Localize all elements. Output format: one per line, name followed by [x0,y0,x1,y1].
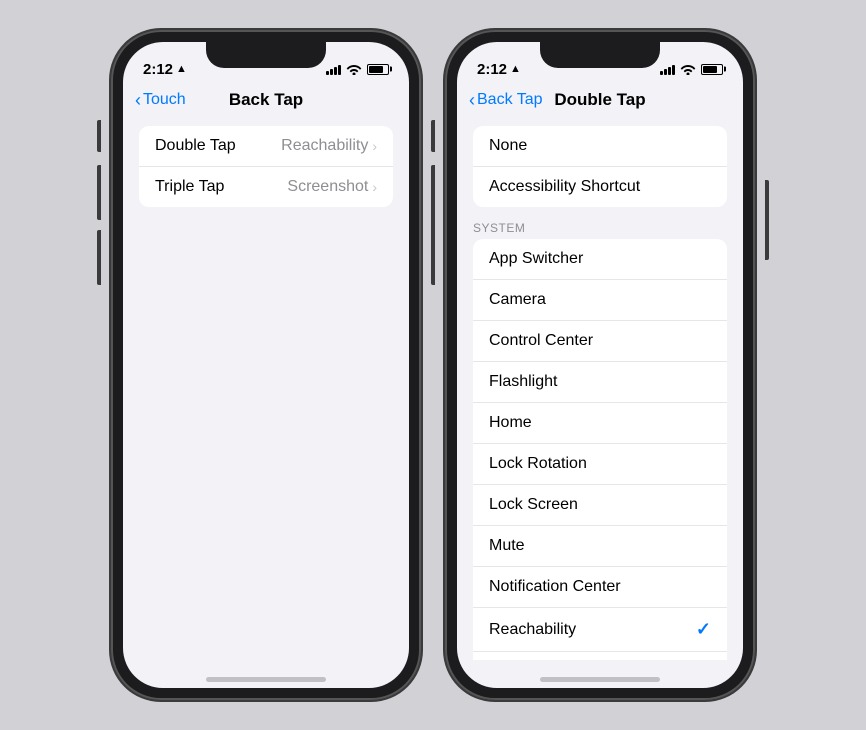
double-tap-right: Reachability › [281,137,377,155]
double-tap-label: Double Tap [155,137,236,155]
double-tap-value: Reachability [281,137,368,155]
phones-container: 2:12 ▲ [111,30,755,700]
nav-title-right: Double Tap [554,90,645,110]
wifi-icon-left [346,63,362,75]
triple-tap-right: Screenshot › [287,178,377,196]
wifi-icon-right [680,63,696,75]
row-double-tap[interactable]: Double Tap Reachability › [139,126,393,167]
row-lock-rotation[interactable]: Lock Rotation [473,444,727,485]
reachability-label: Reachability [489,621,576,639]
status-icons-left [326,63,389,75]
status-icons-right [660,63,723,75]
row-mute[interactable]: Mute [473,526,727,567]
lock-rotation-label: Lock Rotation [489,455,587,473]
triple-tap-value: Screenshot [287,178,368,196]
notch-right [540,42,660,68]
double-tap-chevron: › [372,138,377,154]
reachability-checkmark: ✓ [696,619,711,640]
lock-screen-label: Lock Screen [489,496,578,514]
top-group-right: None Accessibility Shortcut [473,126,727,207]
location-icon-right: ▲ [510,63,521,75]
control-center-label: Control Center [489,332,593,350]
home-bar-left [206,677,326,682]
nav-bar-left: ‹ Touch Back Tap [123,86,409,118]
back-chevron-left: ‹ [135,90,141,111]
home-label: Home [489,414,532,432]
row-triple-tap[interactable]: Triple Tap Screenshot › [139,167,393,207]
signal-bars-left [326,63,341,75]
row-reachability[interactable]: Reachability ✓ [473,608,727,652]
screen-content-left: Double Tap Reachability › Triple Tap Scr… [123,118,409,660]
mute-label: Mute [489,537,525,555]
system-section-header: SYSTEM [457,215,743,239]
row-control-center[interactable]: Control Center [473,321,727,362]
home-indicator-left [123,660,409,688]
home-bar-right [540,677,660,682]
row-notification-center[interactable]: Notification Center [473,567,727,608]
settings-group-left: Double Tap Reachability › Triple Tap Scr… [139,126,393,207]
camera-label: Camera [489,291,546,309]
back-label-left: Touch [143,91,186,109]
signal-bars-right [660,63,675,75]
accessibility-shortcut-label: Accessibility Shortcut [489,178,640,196]
notch [206,42,326,68]
row-camera[interactable]: Camera [473,280,727,321]
row-home[interactable]: Home [473,403,727,444]
system-group-right: App Switcher Camera Control Center Flash… [473,239,727,660]
status-time-right: 2:12 [477,61,507,78]
flashlight-label: Flashlight [489,373,557,391]
phone-right: 2:12 ▲ [445,30,755,700]
back-button-right[interactable]: ‹ Back Tap [469,90,543,111]
nav-bar-right: ‹ Back Tap Double Tap [457,86,743,118]
notification-center-label: Notification Center [489,578,621,596]
screen-content-right[interactable]: None Accessibility Shortcut SYSTEM App S… [457,118,743,660]
back-chevron-right: ‹ [469,90,475,111]
back-label-right: Back Tap [477,91,543,109]
row-lock-screen[interactable]: Lock Screen [473,485,727,526]
none-label: None [489,137,527,155]
row-screenshot[interactable]: Screenshot [473,652,727,660]
row-accessibility-shortcut[interactable]: Accessibility Shortcut [473,167,727,207]
row-none[interactable]: None [473,126,727,167]
status-time-left: 2:12 [143,61,173,78]
nav-title-left: Back Tap [229,90,303,110]
phone-left: 2:12 ▲ [111,30,421,700]
battery-icon-right [701,64,723,75]
triple-tap-label: Triple Tap [155,178,224,196]
row-app-switcher[interactable]: App Switcher [473,239,727,280]
battery-icon-left [367,64,389,75]
row-flashlight[interactable]: Flashlight [473,362,727,403]
app-switcher-label: App Switcher [489,250,583,268]
location-icon-left: ▲ [176,63,187,75]
home-indicator-right [457,660,743,688]
back-button-left[interactable]: ‹ Touch [135,90,186,111]
triple-tap-chevron: › [372,179,377,195]
